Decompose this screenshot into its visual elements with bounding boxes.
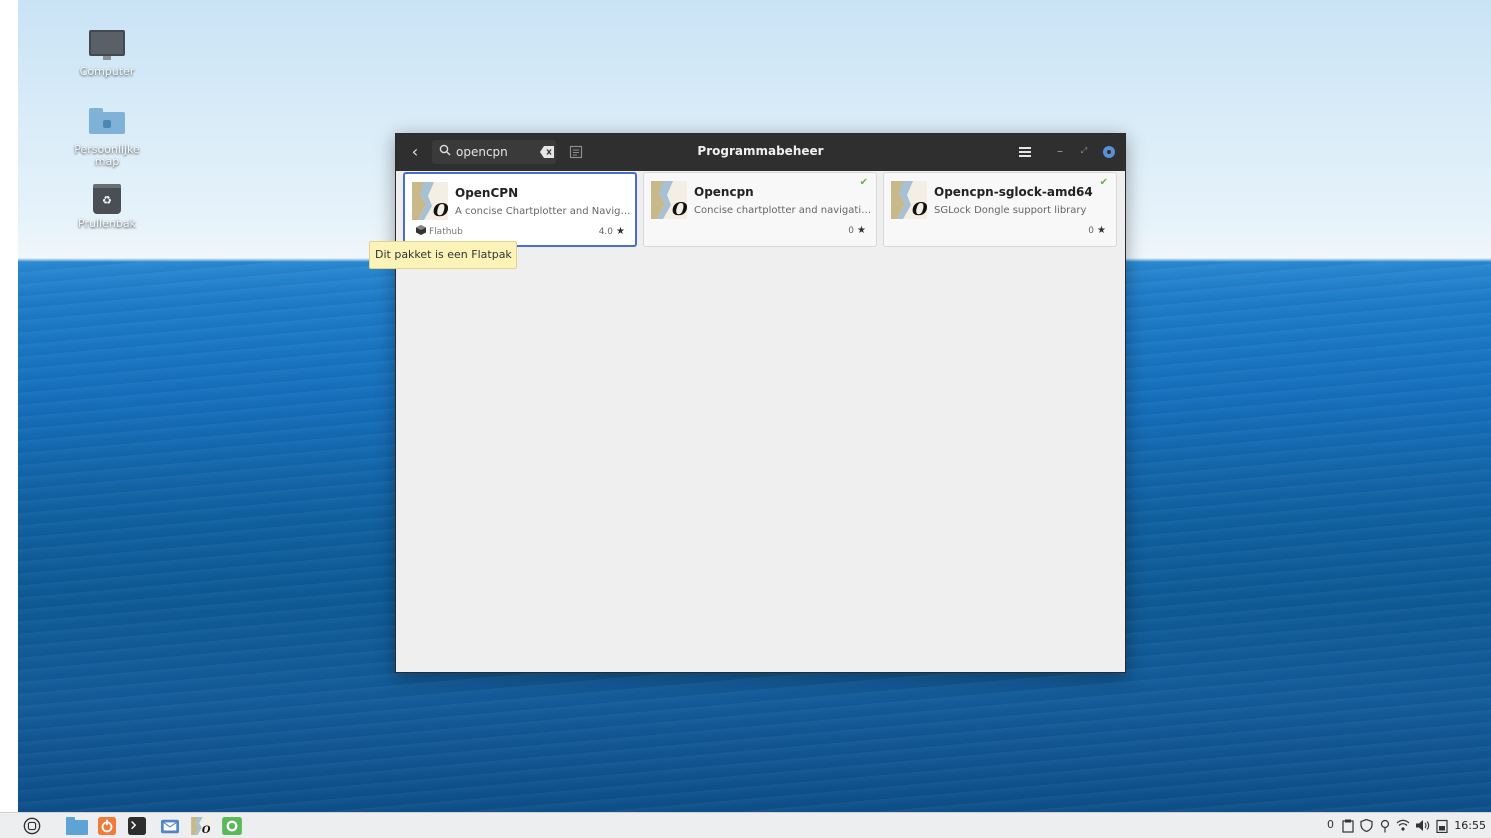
rating-value: 0 [1088,226,1095,236]
app-name: OpenCPN [455,186,519,200]
folder-icon [89,108,125,134]
battery-icon[interactable] [1436,819,1448,833]
software-manager-window: ‹ Programmabeheer – ⤢ [395,133,1126,673]
installed-check-icon: ✔ [1099,177,1108,188]
app-name: Opencpn-sglock-amd64 [934,185,1093,199]
opencpn-app-icon: O [651,181,687,219]
rating-value: 4.0 [598,227,614,237]
window-title: Programmabeheer [697,144,824,158]
source-label: Flathub [429,227,463,237]
desktop-icon-label: Computer [79,65,135,78]
mint-menu-icon[interactable] [22,817,42,835]
mail-icon[interactable] [159,817,181,835]
minimize-button[interactable]: – [1054,142,1066,160]
close-button[interactable] [1103,146,1115,158]
desktop-icon-label: Prullenbak [78,217,136,230]
software-manager-taskbar-icon[interactable] [221,817,243,835]
titlebar: ‹ Programmabeheer – ⤢ [396,134,1125,171]
svg-text:O: O [202,825,211,835]
star-icon: ★ [1097,225,1106,236]
star-icon: ★ [616,226,625,237]
star-icon: ★ [857,225,866,236]
installed-check-icon: ✔ [859,177,868,188]
opencpn-taskbar-icon[interactable]: O [190,817,212,835]
app-description: A concise Chartplotter and Navig… [455,206,631,217]
app-rating: 0 ★ [848,225,866,236]
computer-icon [89,30,125,60]
app-name: Opencpn [694,185,754,199]
flatpak-icon [416,225,426,235]
rating-value: 0 [848,226,855,236]
svg-text:O: O [912,199,927,219]
terminal-icon[interactable] [127,817,147,835]
maximize-button[interactable]: ⤢ [1078,142,1090,160]
location-pin-icon[interactable] [1380,819,1390,833]
clock[interactable]: 16:55 [1454,819,1486,832]
update-manager-icon[interactable] [97,817,117,835]
desktop-icon-trash[interactable]: ♻ Prullenbak [62,184,152,230]
notification-badge[interactable]: 0 [1327,818,1334,831]
app-rating: 0 ★ [1088,225,1106,236]
opencpn-app-icon: O [412,182,448,220]
desktop-icon-home[interactable]: Persoonlijke map [62,108,152,168]
result-card-opencpn-flatpak[interactable]: O OpenCPN A concise Chartplotter and Nav… [403,172,637,247]
app-description: Concise chartplotter and navigati… [694,205,872,216]
taskbar: O 0 16:55 [0,812,1491,838]
wifi-icon[interactable] [1396,819,1410,832]
flatpak-tooltip: Dit pakket is een Flatpak [369,241,517,269]
trash-icon: ♻ [93,184,121,214]
app-rating: 4.0 ★ [599,226,625,237]
svg-text:O: O [672,199,687,219]
screen-edge [0,0,18,812]
hamburger-menu-icon[interactable] [1018,145,1032,159]
opencpn-app-icon: O [891,181,927,219]
file-manager-icon[interactable] [66,817,88,835]
desktop-icon-label: Persoonlijke map [74,143,140,168]
result-card-opencpn-sglock[interactable]: O ✔ Opencpn-sglock-amd64 SGLock Dongle s… [883,172,1117,247]
desktop-icon-computer[interactable]: Computer [62,30,152,78]
shield-icon[interactable] [1360,819,1373,832]
clipboard-icon[interactable] [1342,819,1354,833]
result-card-opencpn[interactable]: O ✔ Opencpn Concise chartplotter and nav… [643,172,877,247]
svg-text:O: O [433,200,448,220]
volume-icon[interactable] [1415,819,1430,832]
package-source: Flathub [416,225,463,237]
app-description: SGLock Dongle support library [934,205,1087,216]
